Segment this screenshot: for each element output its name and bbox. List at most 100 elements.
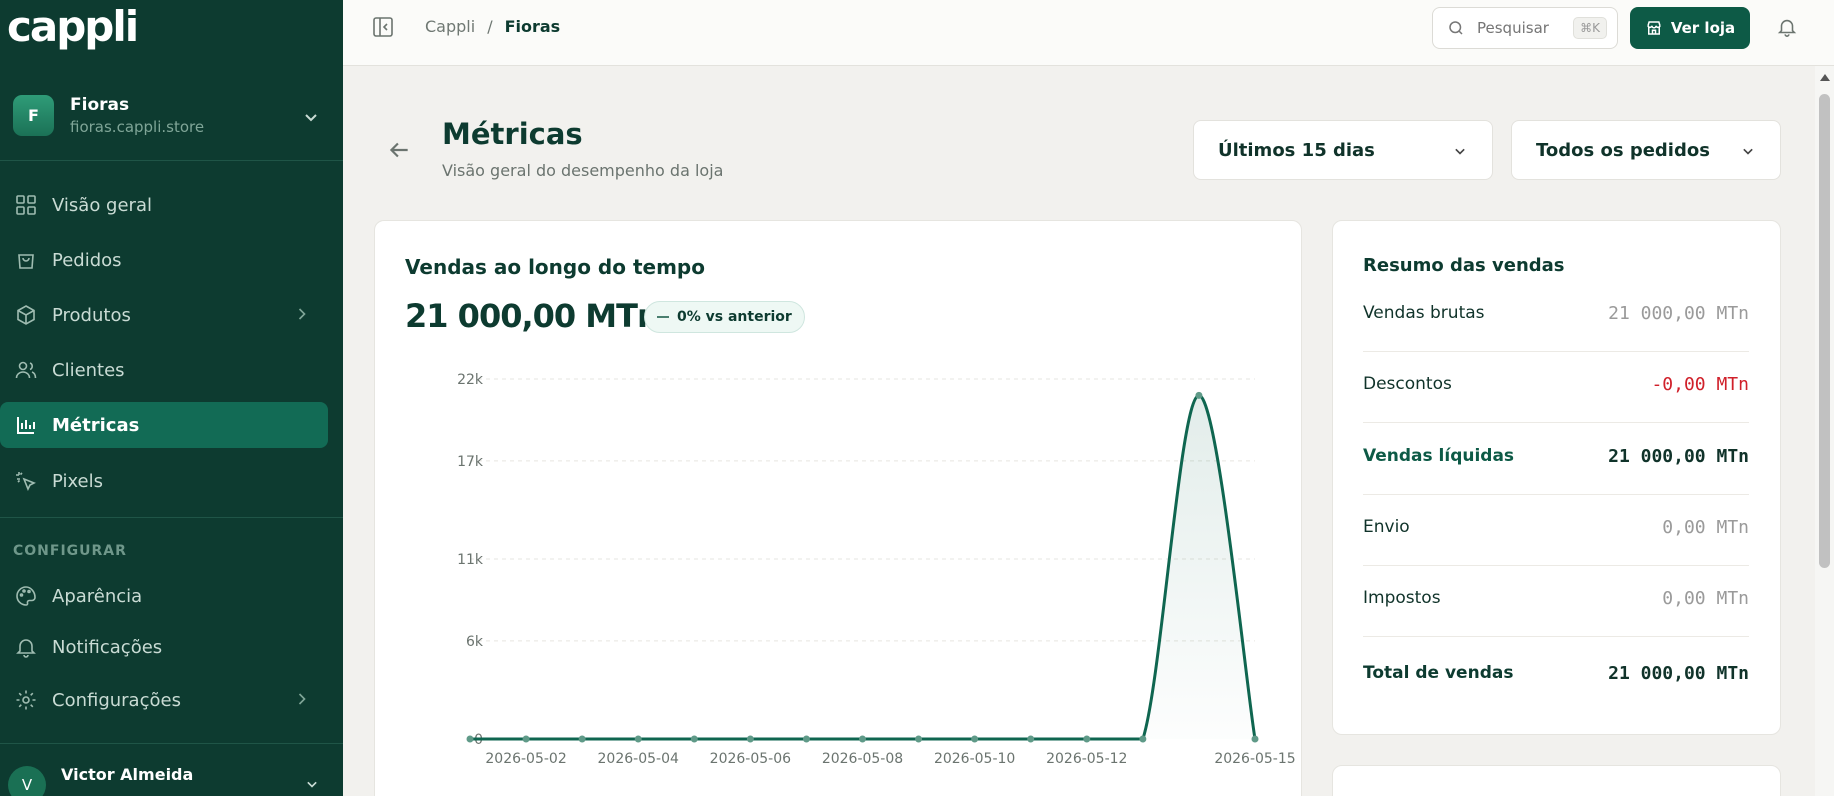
chevron-down-icon [305, 114, 317, 122]
y-tick-label: 11k [457, 552, 484, 568]
x-tick-label: 2026-05-04 [598, 751, 679, 767]
user-menu[interactable]: V Victor Almeida [8, 762, 328, 796]
y-tick-label: 6k [466, 634, 484, 650]
summary-title: Resumo das vendas [1363, 255, 1565, 276]
y-tick-label: 17k [457, 454, 484, 470]
sidebar-item-label: Pedidos [52, 249, 122, 271]
search-box[interactable]: ⌘K [1432, 7, 1618, 49]
data-point [1083, 735, 1091, 743]
summary-row-shipping: Envio 0,00 MTn [1363, 495, 1749, 566]
x-tick-label: 2026-05-02 [485, 751, 566, 767]
series-area [470, 395, 1255, 739]
back-arrow-icon[interactable] [386, 137, 412, 163]
sidebar-item-label: Notificações [52, 636, 163, 658]
summary-label: Vendas brutas [1363, 303, 1485, 323]
sidebar-item-label: Pixels [52, 470, 104, 492]
orders-select-value: Todos os pedidos [1536, 139, 1710, 161]
view-store-button[interactable]: Ver loja [1630, 7, 1750, 49]
sidebar-toggle-icon[interactable] [371, 15, 395, 39]
data-point [466, 735, 474, 743]
sidebar-item-orders[interactable]: Pedidos [0, 237, 328, 283]
bar-chart-icon [17, 417, 35, 434]
summary-row-net: Vendas líquidas 21 000,00 MTn [1363, 424, 1749, 495]
summary-value: 21 000,00 MTn [1608, 446, 1749, 467]
data-point [971, 735, 979, 743]
data-point [690, 735, 698, 743]
x-tick-label: 2026-05-15 [1214, 751, 1295, 767]
store-name: Fioras [70, 95, 130, 115]
page-subtitle: Visão geral do desempenho da loja [442, 161, 724, 180]
sidebar-divider [0, 517, 343, 518]
sidebar-item-pixels[interactable]: Pixels [0, 458, 328, 504]
box-icon [17, 305, 35, 325]
summary-value: -0,00 MTn [1651, 374, 1749, 395]
scroll-up-arrow-icon[interactable] [1820, 74, 1830, 81]
search-icon [1449, 21, 1463, 35]
store-url: fioras.cappli.store [70, 118, 205, 136]
data-point [802, 735, 810, 743]
summary-value: 21 000,00 MTn [1608, 303, 1749, 324]
data-point [746, 735, 754, 743]
data-point [915, 735, 923, 743]
summary-row-total: Total de vendas 21 000,00 MTn [1363, 637, 1749, 708]
data-point [1251, 735, 1259, 743]
sidebar-item-notifications[interactable]: Notificações [0, 624, 328, 670]
page-title: Métricas [442, 117, 583, 151]
sales-chart: 06k11k17k22k2026-05-02 2026-05-04 2026-05-… [457, 372, 1296, 767]
chevron-right-icon [298, 308, 306, 320]
period-select[interactable]: Últimos 15 dias [1193, 120, 1493, 180]
store-avatar: F [13, 95, 54, 136]
data-point [1139, 735, 1147, 743]
sidebar-item-label: Aparência [52, 585, 143, 607]
chevron-down-icon [1455, 148, 1465, 155]
sidebar-item-appearance[interactable]: Aparência [0, 573, 328, 619]
series-line [470, 393, 1257, 741]
search-shortcut: ⌘K [1573, 17, 1607, 39]
data-point [578, 735, 586, 743]
grid-icon [16, 195, 36, 215]
palette-icon [16, 586, 36, 606]
orders-select[interactable]: Todos os pedidos [1511, 120, 1781, 180]
data-point [634, 735, 642, 743]
user-name: Victor Almeida [61, 765, 194, 784]
summary-value: 0,00 MTn [1662, 517, 1749, 538]
x-tick-label: 2026-05-08 [822, 751, 903, 767]
page-scrollbar[interactable] [1815, 66, 1834, 796]
breadcrumb-item-cappli[interactable]: Cappli [425, 17, 475, 36]
notification-bell-icon[interactable] [1776, 15, 1798, 39]
scroll-thumb[interactable] [1819, 94, 1830, 568]
view-store-label: Ver loja [1670, 19, 1736, 37]
sparkle-cursor-icon [16, 472, 36, 491]
sidebar-item-label: Métricas [52, 414, 140, 436]
chevron-right-icon [298, 693, 306, 705]
sidebar-item-products[interactable]: Produtos [0, 292, 328, 338]
x-tick-label: 2026-05-06 [710, 751, 791, 767]
bell-icon [16, 639, 36, 658]
x-tick-label: 2026-05-12 [1046, 751, 1127, 767]
app-logo[interactable]: cappli [7, 2, 139, 51]
summary-label: Envio [1363, 517, 1410, 537]
users-icon [15, 361, 37, 379]
summary-value: 0,00 MTn [1662, 588, 1749, 609]
sidebar-item-customers[interactable]: Clientes [0, 347, 328, 393]
breadcrumb: Cappli / Fioras [425, 17, 560, 36]
sidebar-item-metrics[interactable]: Métricas [0, 402, 328, 448]
chevron-down-icon [1743, 148, 1753, 155]
sidebar-divider [0, 743, 343, 744]
sidebar-item-label: Clientes [52, 359, 125, 381]
store-switcher[interactable]: F Fioras fioras.cappli.store [13, 95, 323, 140]
summary-label: Vendas líquidas [1363, 446, 1515, 466]
search-input[interactable] [1477, 19, 1567, 37]
summary-value: 21 000,00 MTn [1608, 663, 1749, 684]
sales-summary-card: Resumo das vendas Vendas brutas 21 000,0… [1332, 220, 1781, 735]
data-point [1195, 391, 1203, 399]
breadcrumb-item-current: Fioras [504, 17, 561, 36]
y-tick-label: 22k [457, 372, 484, 388]
summary-row-discounts: Descontos -0,00 MTn [1363, 352, 1749, 423]
sidebar-item-settings[interactable]: Configurações [0, 677, 328, 723]
gear-icon [16, 690, 36, 710]
sidebar-item-label: Configurações [52, 689, 181, 711]
topbar: Cappli / Fioras ⌘K Ver loja [343, 0, 1834, 66]
sidebar-item-overview[interactable]: Visão geral [0, 182, 328, 228]
period-select-value: Últimos 15 dias [1218, 139, 1375, 161]
